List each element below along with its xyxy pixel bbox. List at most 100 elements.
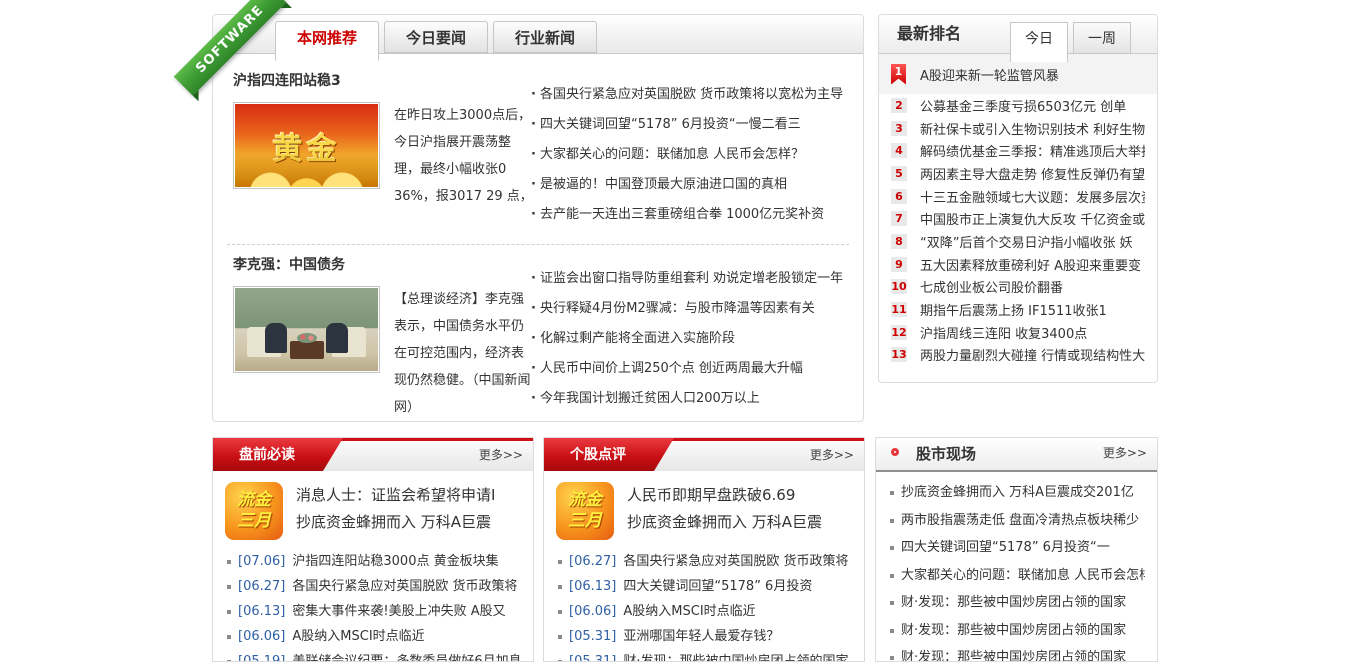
ranking-item[interactable]: 4 解码绩优基金三季报：精准逃顶后大举抄: [879, 139, 1157, 162]
news-item[interactable]: [05.31]亚洲哪国年轻人最爱存钱？: [556, 624, 852, 649]
news-date: [06.13]: [569, 574, 616, 599]
ranking-tab-week[interactable]: 一周: [1073, 22, 1131, 54]
tab-industry-news[interactable]: 行业新闻: [493, 21, 597, 53]
headline-link[interactable]: 证监会出窗口指导防重组套利 劝说定增老股锁定一年: [531, 264, 857, 294]
news-item[interactable]: 财·发现：那些被中国炒房团占领的国家: [888, 644, 1145, 662]
ranking-item[interactable]: 13 两股力量剧烈大碰撞 行情或现结构性大: [879, 344, 1157, 367]
rank-number: 7: [891, 211, 907, 226]
headline-link[interactable]: 大家都关心的问题：联储加息 人民币会怎样？: [531, 140, 857, 170]
news-text: 美联储会议纪要：多数委员做好6月加息: [292, 649, 521, 662]
news-date: [06.13]: [238, 599, 285, 624]
featured-titles: 消息人士：证监会希望将申请I 抄底资金蜂拥而入 万科A巨震: [296, 482, 495, 540]
article-title[interactable]: 李克强：中国债务: [233, 254, 541, 274]
headline-link[interactable]: 人民币中间价上调250个点 创近两周最大升幅: [531, 354, 857, 384]
news-date: [05.31]: [569, 649, 616, 662]
main-content: 沪指四连阳站稳3 黄金 在昨日攻上3000点后，今日沪指展开震荡整理，最终小幅收…: [213, 54, 863, 420]
ranking-item[interactable]: 8 “双降”后首个交易日沪指小幅收张 妖: [879, 230, 1157, 253]
headline-link[interactable]: 央行释疑4月份M2骤减：与股市降温等因素有关: [531, 294, 857, 324]
news-item[interactable]: 大家都关心的问题：联储加息 人民币会怎样: [888, 562, 1145, 590]
ranking-item[interactable]: 6 十三五金融领域七大议题：发展多层次资: [879, 185, 1157, 208]
article-title[interactable]: 沪指四连阳站稳3: [233, 70, 541, 90]
news-item[interactable]: [05.19] 美联储会议纪要：多数委员做好6月加息: [225, 649, 521, 662]
news-item[interactable]: [06.13] 密集大事件来袭!美股上冲失败 A股又: [225, 599, 521, 624]
main-tabbar: 本网推荐 今日要闻 行业新闻: [213, 15, 863, 54]
ranking-item-text: 两股力量剧烈大碰撞 行情或现结构性大: [920, 345, 1145, 364]
news-text: A股纳入MSCI时点临近: [292, 624, 424, 649]
news-item[interactable]: 抄底资金蜂拥而入 万科A巨震成交201亿: [888, 479, 1145, 507]
dashed-divider: [227, 244, 849, 245]
more-link[interactable]: 更多>>: [479, 441, 523, 470]
news-text: 亚洲哪国年轻人最爱存钱？: [623, 624, 779, 649]
featured-title-line[interactable]: 人民币即期早盘跌破6.69: [627, 482, 822, 509]
featured-title-line[interactable]: 消息人士：证监会希望将申请I: [296, 482, 495, 509]
news-date: [06.06]: [238, 624, 285, 649]
ranking-item[interactable]: 2 公募基金三季度亏损6503亿元 创单: [879, 94, 1157, 117]
news-item[interactable]: [07.06] 沪指四连阳站稳3000点 黄金板块集: [225, 549, 521, 574]
news-item[interactable]: 财·发现：那些被中国炒房团占领的国家: [888, 617, 1145, 645]
headline-link[interactable]: 四大关键词回望“5178” 6月投资“一慢二看三: [531, 110, 857, 140]
ranking-item-text: 十三五金融领域七大议题：发展多层次资: [920, 187, 1145, 206]
tab-site-recommend[interactable]: 本网推荐: [275, 21, 379, 61]
headline-list-1: 各国央行紧急应对英国脱欧 货币政策将以宽松为主导 四大关键词回望“5178” 6…: [531, 80, 857, 230]
ranking-item[interactable]: 7 中国股市正上演复仇大反攻 千亿资金或: [879, 207, 1157, 230]
news-text: 密集大事件来袭!美股上冲失败 A股又: [292, 599, 505, 624]
news-date: [06.27]: [238, 574, 285, 599]
ranking-item-text: 中国股市正上演复仇大反攻 千亿资金或: [920, 209, 1145, 228]
article-summary: 在昨日攻上3000点后，今日沪指展开震荡整理，最终小幅收张0 36%，报3017…: [394, 102, 536, 210]
news-item[interactable]: [06.27] 各国央行紧急应对英国脱欧 货币政策将: [225, 574, 521, 599]
news-item[interactable]: [06.13]四大关键词回望“5178” 6月投资: [556, 574, 852, 599]
ranking-box: 最新排名 今日 一周 1 A股迎来新一轮监管风暴 2 公募基金三季度亏损6503…: [878, 14, 1158, 383]
news-item[interactable]: [05.31]财·发现：那些被中国炒房团占领的国家: [556, 649, 852, 662]
news-item[interactable]: 两市股指震荡走低 盘面冷清热点板块稀少: [888, 507, 1145, 535]
ranking-title: 最新排名: [897, 15, 961, 53]
ranking-header: 最新排名 今日 一周: [879, 15, 1157, 54]
ranking-item[interactable]: 3 新社保卡或引入生物识别技术 利好生物: [879, 117, 1157, 140]
tab-today-news[interactable]: 今日要闻: [384, 21, 488, 53]
news-item[interactable]: [06.06]A股纳入MSCI时点临近: [556, 599, 852, 624]
featured-titles: 人民币即期早盘跌破6.69 抄底资金蜂拥而入 万科A巨震: [627, 482, 822, 540]
headline-link[interactable]: 今年我国计划搬迁贫困人口200万以上: [531, 384, 857, 414]
rank-number: 9: [891, 257, 907, 272]
ranking-item[interactable]: 9 五大因素释放重磅利好 A股迎来重要变: [879, 253, 1157, 276]
news-text: 各国央行紧急应对英国脱欧 货币政策将: [292, 574, 517, 599]
more-link[interactable]: 更多>>: [810, 441, 854, 470]
ranking-item[interactable]: 5 两因素主导大盘走势 修复性反弹仍有望: [879, 162, 1157, 185]
headline-link[interactable]: 是被逼的！中国登顶最大原油进口国的真相: [531, 170, 857, 200]
article-image-meeting[interactable]: [233, 286, 380, 373]
ranking-item[interactable]: 12 沪指周线三连阳 收复3400点: [879, 321, 1157, 344]
rank-number: 10: [891, 279, 907, 294]
news-date: [07.06]: [238, 549, 285, 574]
article-shanghai-index: 沪指四连阳站稳3 黄金 在昨日攻上3000点后，今日沪指展开震荡整理，最终小幅收…: [233, 70, 541, 210]
featured-item[interactable]: 流金 三月 人民币即期早盘跌破6.69 抄底资金蜂拥而入 万科A巨震: [544, 471, 864, 546]
news-text: 各国央行紧急应对英国脱欧 货币政策将: [623, 549, 848, 574]
headline-link[interactable]: 去产能一天连出三套重磅组合拳 1000亿元奖补资: [531, 200, 857, 230]
news-date: [06.27]: [569, 549, 616, 574]
ranking-item[interactable]: 10 七成创业板公司股价翻番: [879, 276, 1157, 299]
ranking-item-text: 沪指周线三连阳 收复3400点: [920, 323, 1087, 342]
ranking-item-text: 解码绩优基金三季报：精准逃顶后大举抄: [920, 141, 1145, 160]
featured-title-line[interactable]: 抄底资金蜂拥而入 万科A巨震: [627, 509, 822, 536]
panel-header: 盘前必读 更多>>: [213, 438, 533, 471]
ranking-item-text: 新社保卡或引入生物识别技术 利好生物: [920, 119, 1145, 138]
headline-link[interactable]: 各国央行紧急应对英国脱欧 货币政策将以宽松为主导: [531, 80, 857, 110]
news-item[interactable]: 四大关键词回望“5178” 6月投资“一: [888, 534, 1145, 562]
rank-number: 4: [891, 143, 907, 158]
ranking-item[interactable]: 11 期指午后震荡上扬 IF1511收张1: [879, 298, 1157, 321]
rank-number: 11: [891, 302, 907, 317]
news-item[interactable]: [06.27] 各国央行紧急应对英国脱欧 货币政策将: [556, 549, 852, 574]
featured-item[interactable]: 流金 三月 消息人士：证监会希望将申请I 抄底资金蜂拥而入 万科A巨震: [213, 471, 533, 546]
article-image-gold[interactable]: 黄金: [233, 102, 380, 189]
panel-header: 股市现场 更多>>: [876, 438, 1157, 472]
news-date: [05.19]: [238, 649, 285, 662]
panel-title: 盘前必读: [239, 441, 295, 470]
thumb-text-line: 三月: [237, 511, 271, 532]
panel-title: 股市现场: [916, 438, 976, 470]
news-item[interactable]: 财·发现：那些被中国炒房团占领的国家: [888, 589, 1145, 617]
headline-link[interactable]: 化解过剩产能将全面进入实施阶段: [531, 324, 857, 354]
more-link[interactable]: 更多>>: [1103, 439, 1147, 468]
featured-title-line[interactable]: 抄底资金蜂拥而入 万科A巨震: [296, 509, 495, 536]
news-item[interactable]: [06.06] A股纳入MSCI时点临近: [225, 624, 521, 649]
ranking-tab-today[interactable]: 今日: [1010, 22, 1068, 62]
thumb-text-line: 流金: [568, 490, 602, 511]
news-text: 沪指四连阳站稳3000点 黄金板块集: [292, 549, 498, 574]
